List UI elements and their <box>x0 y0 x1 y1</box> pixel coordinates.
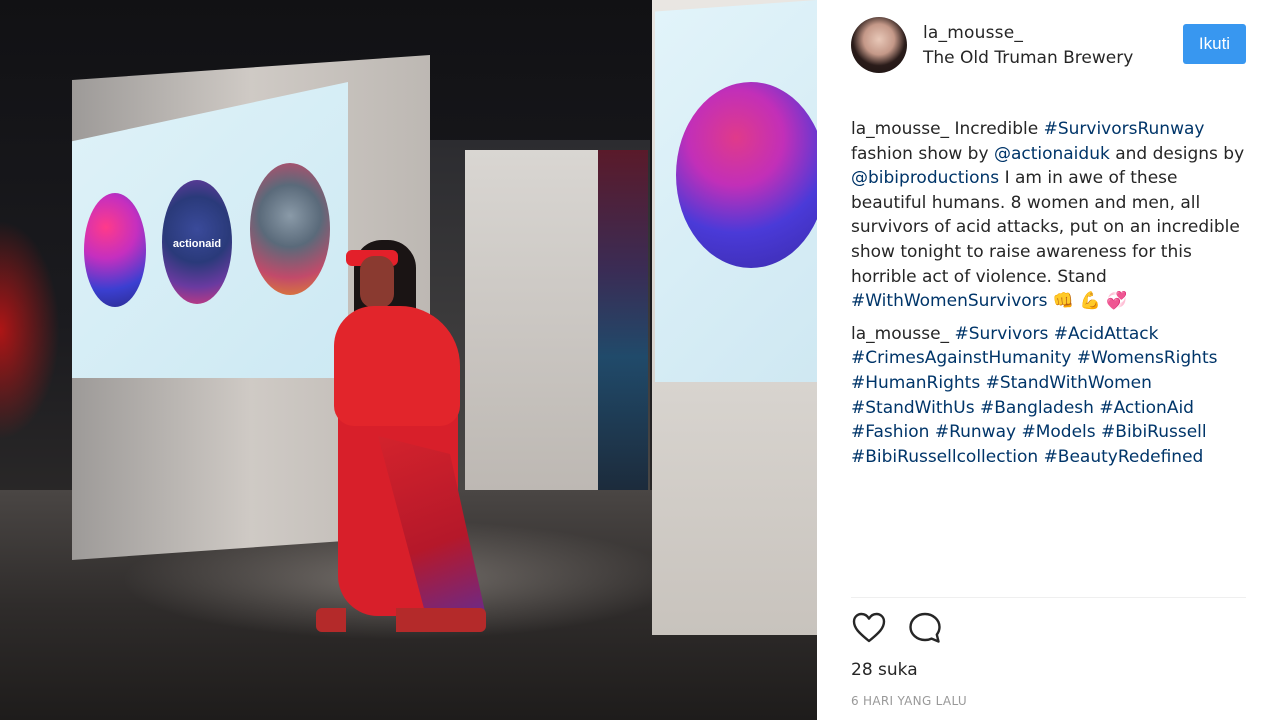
post-photo[interactable]: actionaid <box>0 0 817 720</box>
hashtag-link[interactable]: #Survivors <box>954 324 1048 344</box>
instagram-post: actionaid la_mousse_ The Old Truman Brew… <box>0 0 1280 720</box>
hashtag-link[interactable]: #Models <box>1021 422 1095 442</box>
hashtag-link[interactable]: #WomensRights <box>1077 348 1218 368</box>
location-link[interactable]: The Old Truman Brewery <box>923 48 1133 68</box>
hashtag-comment: la_mousse_ #Survivors #AcidAttack #Crime… <box>851 322 1256 470</box>
comments-section: la_mousse_ Incredible #SurvivorsRunway f… <box>851 117 1256 477</box>
heart-outline-icon[interactable] <box>851 610 887 646</box>
hashtag-link[interactable]: #AcidAttack <box>1054 324 1159 344</box>
hashtag-link[interactable]: #Runway <box>935 422 1016 442</box>
hashtag-link[interactable]: #Bangladesh <box>980 398 1094 418</box>
speech-bubble-icon[interactable] <box>907 610 943 646</box>
post-header: la_mousse_ The Old Truman Brewery Ikuti <box>817 0 1280 92</box>
hashtag-link[interactable]: #CrimesAgainstHumanity <box>851 348 1071 368</box>
hashtag-link[interactable]: #StandWithWomen <box>986 373 1152 393</box>
mention-link[interactable]: @bibiproductions <box>851 168 999 188</box>
follow-button[interactable]: Ikuti <box>1183 24 1246 64</box>
hashtag-link[interactable]: #WithWomenSurvivors <box>851 291 1048 311</box>
hashtag-link[interactable]: #BibiRussellcollection <box>851 447 1038 467</box>
avatar[interactable] <box>851 17 907 73</box>
model-cape <box>334 306 460 426</box>
model-feet <box>316 608 486 632</box>
projection-circle-2: actionaid <box>162 180 232 304</box>
actions-divider <box>851 597 1246 598</box>
model-face <box>360 256 394 308</box>
hashtag-link[interactable]: #ActionAid <box>1099 398 1194 418</box>
back-poster <box>598 150 648 495</box>
mention-link[interactable]: @actionaiduk <box>994 144 1110 164</box>
hashtag-link[interactable]: #HumanRights <box>851 373 980 393</box>
likes-count[interactable]: 28 suka <box>851 660 918 680</box>
projection-circle-4 <box>676 82 817 268</box>
caption-comment: la_mousse_ Incredible #SurvivorsRunway f… <box>851 117 1256 314</box>
hashtag-link[interactable]: #BibiRussell <box>1101 422 1207 442</box>
caption-text-1: Incredible <box>949 119 1044 139</box>
runway-model <box>316 236 496 636</box>
username-link[interactable]: la_mousse_ <box>923 23 1023 43</box>
post-sidebar: la_mousse_ The Old Truman Brewery Ikuti … <box>817 0 1280 720</box>
caption-username[interactable]: la_mousse_ <box>851 119 949 139</box>
comment-username[interactable]: la_mousse_ <box>851 324 949 344</box>
hashtag-link[interactable]: #BeautyRedefined <box>1044 447 1204 467</box>
post-timestamp[interactable]: 6 HARI YANG LALU <box>851 694 967 708</box>
red-light-glow <box>0 220 60 440</box>
hashtag-link[interactable]: #SurvivorsRunway <box>1044 119 1205 139</box>
caption-emojis: 👊 💪 💞 <box>1047 291 1128 312</box>
hashtag-link[interactable]: #Fashion <box>851 422 929 442</box>
caption-text-3: and designs by <box>1109 143 1245 164</box>
hashtag-link[interactable]: #StandWithUs <box>851 398 975 418</box>
caption-text-2: fashion show by <box>851 143 994 164</box>
photo-brand-text: actionaid <box>172 238 222 250</box>
projection-circle-1 <box>84 193 146 307</box>
